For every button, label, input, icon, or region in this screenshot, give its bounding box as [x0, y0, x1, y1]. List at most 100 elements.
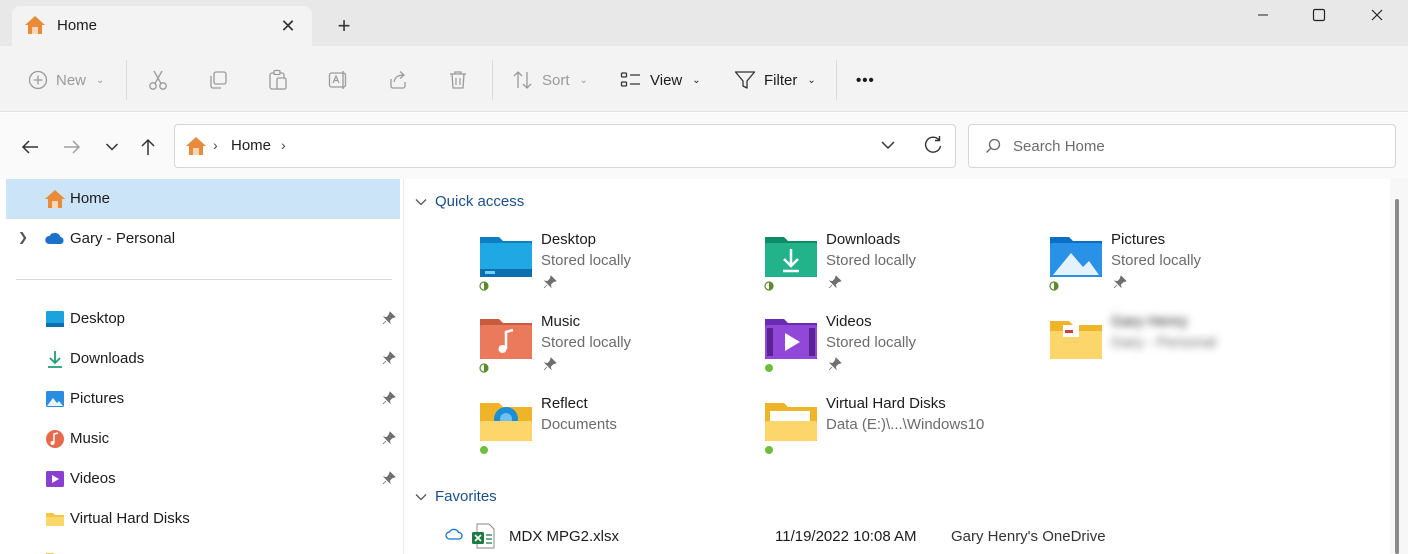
sidebar-item-label: Desktop	[70, 310, 126, 327]
reflect-folder-icon	[480, 403, 532, 441]
quick-access-item-desktop[interactable]: Desktop Stored locally	[479, 231, 749, 301]
sidebar-item-virtual-hard-disks[interactable]: Virtual Hard Disks	[6, 499, 400, 539]
quick-access-item-videos[interactable]: Videos Stored locally	[764, 313, 1034, 383]
download-arrow-icon	[48, 351, 62, 368]
new-button[interactable]: New ⌄	[28, 66, 104, 94]
address-bar[interactable]: › Home ›	[174, 124, 956, 168]
pin-icon[interactable]	[382, 391, 396, 405]
sidebar-item-label: Pictures	[70, 390, 125, 407]
quick-access-item-reflect[interactable]: Reflect Documents	[479, 395, 749, 465]
search-box[interactable]	[968, 124, 1396, 168]
sidebar-item-downloads[interactable]: Downloads	[6, 339, 400, 379]
chevron-down-icon[interactable]	[880, 137, 896, 153]
scissors-icon	[149, 70, 167, 90]
chevron-right-icon[interactable]: ❯	[18, 230, 28, 244]
folder-icon	[1050, 321, 1102, 359]
rename-button[interactable]	[328, 66, 350, 94]
sidebar-item-onedrive[interactable]: ❯ Gary - Personal	[6, 219, 400, 259]
favorites-header[interactable]: Favorites	[415, 488, 497, 505]
breadcrumb-separator[interactable]: ›	[213, 137, 218, 153]
sidebar-item-label: Gary - Personal	[70, 230, 176, 247]
sidebar-item-partial[interactable]	[6, 539, 400, 554]
share-button[interactable]	[388, 66, 408, 94]
pin-icon	[543, 275, 557, 289]
close-window-button[interactable]	[1354, 0, 1400, 30]
arrow-left-icon	[21, 140, 38, 154]
close-tab-icon[interactable]: ✕	[276, 14, 300, 38]
sidebar-item-label: Videos	[70, 470, 116, 487]
quick-access-header[interactable]: Quick access	[415, 193, 524, 210]
sidebar-item-pictures[interactable]: Pictures	[6, 379, 400, 419]
filter-button[interactable]: Filter ⌄	[734, 66, 816, 94]
pin-icon	[828, 357, 842, 371]
divider	[126, 60, 127, 100]
folder-icon	[46, 513, 64, 526]
sidebar-item-videos[interactable]: Videos	[6, 459, 400, 499]
pin-icon	[828, 275, 842, 289]
quick-access-item-virtual-hard-disks[interactable]: Virtual Hard Disks Data (E:)\...\Windows…	[764, 395, 1034, 465]
minimize-button[interactable]	[1240, 0, 1286, 30]
sort-button[interactable]: Sort ⌄	[512, 66, 588, 94]
pin-icon[interactable]	[382, 471, 396, 485]
new-tab-button[interactable]: +	[332, 14, 356, 38]
music-folder-icon	[480, 319, 532, 359]
quick-access-item-music[interactable]: Music Stored locally	[479, 313, 749, 383]
list-item[interactable]: MDX MPG2.xlsx 11/19/2022 10:08 AM Gary H…	[445, 523, 1385, 551]
pictures-icon	[46, 391, 64, 407]
available-status-icon	[765, 364, 773, 372]
maximize-icon	[1312, 8, 1326, 22]
quick-access-item-pictures[interactable]: Pictures Stored locally	[1049, 231, 1319, 301]
sort-label: Sort	[542, 71, 570, 89]
navigation-pane: Home ❯ Gary - Personal Desktop Downloads…	[0, 179, 404, 554]
item-location: Gary - Personal	[1111, 334, 1217, 351]
quick-access-item-downloads[interactable]: Downloads Stored locally	[764, 231, 1034, 301]
quick-access-item-blurred[interactable]: Gary Henry Gary - Personal	[1049, 313, 1319, 383]
section-title: Favorites	[435, 488, 497, 505]
copy-button[interactable]	[208, 66, 228, 94]
sidebar-item-music[interactable]: Music	[6, 419, 400, 459]
breadcrumb-home[interactable]: Home	[231, 137, 271, 154]
arrow-right-icon	[64, 140, 81, 154]
refresh-icon[interactable]	[923, 135, 943, 155]
pin-icon	[1113, 275, 1127, 289]
more-options-button[interactable]: •••	[856, 66, 875, 94]
item-location: Data (E:)\...\Windows10	[826, 416, 985, 433]
up-button[interactable]	[134, 133, 162, 161]
sidebar-item-desktop[interactable]: Desktop	[6, 299, 400, 339]
scrollbar-thumb[interactable]	[1395, 199, 1399, 554]
forward-button[interactable]	[58, 133, 86, 161]
sidebar-item-home[interactable]: Home	[6, 179, 400, 219]
chevron-down-icon	[105, 143, 119, 151]
paste-button[interactable]	[268, 66, 288, 94]
share-icon	[390, 71, 406, 89]
sidebar-item-label: Home	[70, 190, 111, 207]
file-date: 11/19/2022 10:08 AM	[775, 528, 917, 545]
tab-home[interactable]: Home ✕	[12, 6, 312, 46]
pin-icon[interactable]	[382, 311, 396, 325]
search-input[interactable]	[1013, 133, 1373, 159]
recent-locations-button[interactable]	[98, 133, 126, 161]
maximize-button[interactable]	[1296, 0, 1342, 30]
videos-icon	[46, 471, 64, 487]
delete-button[interactable]	[448, 66, 468, 94]
chevron-down-icon	[415, 198, 427, 205]
available-status-icon	[480, 446, 488, 454]
view-button[interactable]: View ⌄	[620, 66, 701, 94]
cloud-status-icon	[445, 528, 463, 540]
chevron-down-icon: ⌄	[692, 74, 701, 86]
vertical-scrollbar[interactable]	[1390, 179, 1408, 554]
pin-icon[interactable]	[382, 351, 396, 365]
filter-icon	[734, 71, 756, 89]
close-icon	[1371, 9, 1383, 21]
chevron-down-icon: ⌄	[96, 74, 105, 86]
divider	[492, 60, 493, 100]
item-name: Reflect	[541, 395, 588, 412]
cut-button[interactable]	[148, 66, 168, 94]
breadcrumb-separator[interactable]: ›	[281, 137, 286, 153]
pin-icon[interactable]	[382, 431, 396, 445]
pin-icon	[543, 357, 557, 371]
item-name: Videos	[826, 313, 872, 330]
item-location: Stored locally	[826, 252, 917, 269]
downloads-folder-icon	[765, 237, 817, 277]
back-button[interactable]	[16, 133, 44, 161]
